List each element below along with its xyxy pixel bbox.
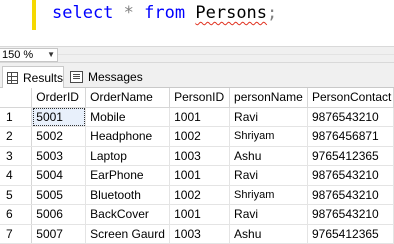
row-number[interactable]: 1 [0,107,33,127]
cell-personcontact[interactable]: 9765412365 [307,224,394,244]
row-number[interactable]: 2 [0,126,33,147]
cell-personname[interactable]: Ashu [229,146,308,166]
cell-personid[interactable]: 1003 [169,224,231,244]
cell-orderid[interactable]: 5002 [31,126,87,147]
grid-header-row: OrderID OrderName PersonID personName Pe… [0,88,394,108]
cell-personid[interactable]: 1003 [169,146,231,166]
sql-table-name: Persons [195,3,268,23]
cell-personcontact[interactable]: 9876456871 [307,126,394,147]
column-header-rownum[interactable] [0,88,33,108]
cell-personname[interactable]: Ravi [229,204,308,225]
cell-ordername[interactable]: Laptop [85,146,171,166]
divider [58,54,394,55]
row-number[interactable]: 6 [0,204,33,225]
table-row[interactable]: 3 5003 Laptop 1003 Ashu 9765412365 [0,146,394,166]
results-grid-icon [7,72,18,84]
results-tab-bar: Results Messages [0,63,394,89]
zoom-bar: 150 % ▼ [0,46,394,63]
cell-ordername[interactable]: Screen Gaurd [85,224,171,244]
cell-personid[interactable]: 1001 [169,107,231,127]
cell-personname[interactable]: Ravi [229,107,308,127]
tab-results[interactable]: Results [2,66,64,89]
cell-personid[interactable]: 1001 [169,165,231,186]
cell-personid[interactable]: 1001 [169,204,231,225]
cell-ordername[interactable]: Headphone [85,126,171,147]
sql-query-line[interactable]: select * from Persons; [52,2,277,24]
cell-ordername[interactable]: BackCover [85,204,171,225]
cell-personid[interactable]: 1002 [169,126,231,147]
row-number[interactable]: 5 [0,185,33,205]
cell-personcontact[interactable]: 9876543210 [307,185,394,205]
cell-orderid[interactable]: 5007 [31,224,87,244]
column-header-personname[interactable]: personName [229,88,308,108]
cell-personname[interactable]: Ashu [229,224,308,244]
cell-personcontact[interactable]: 9876543210 [307,204,394,225]
sql-keyword-from: from [144,3,186,23]
sql-semicolon: ; [267,3,278,23]
column-header-personid[interactable]: PersonID [169,88,231,108]
tab-messages-label: Messages [88,70,143,84]
cell-ordername[interactable]: Mobile [85,107,171,127]
cell-personcontact[interactable]: 9876543210 [307,165,394,186]
cell-ordername[interactable]: Bluetooth [85,185,171,205]
change-indicator-bar [32,0,36,30]
sql-keyword-select: select [52,3,114,23]
cell-orderid[interactable]: 5005 [31,185,87,205]
row-number[interactable]: 7 [0,224,33,244]
column-header-orderid[interactable]: OrderID [31,88,87,108]
row-number[interactable]: 4 [0,165,33,186]
chevron-down-icon: ▼ [47,50,55,59]
cell-personname[interactable]: Shriyam [229,126,308,147]
cell-personcontact[interactable]: 9765412365 [307,146,394,166]
results-grid[interactable]: OrderID OrderName PersonID personName Pe… [0,88,394,244]
cell-orderid[interactable]: 5004 [31,165,87,186]
zoom-dropdown[interactable]: 150 % ▼ [0,48,58,62]
column-header-personcontact[interactable]: PersonContact [307,88,394,108]
messages-icon [70,71,83,83]
cell-personcontact[interactable]: 9876543210 [307,107,394,127]
cell-orderid[interactable]: 5001 [31,107,87,127]
cell-ordername[interactable]: EarPhone [85,165,171,186]
column-header-ordername[interactable]: OrderName [85,88,171,108]
cell-orderid[interactable]: 5003 [31,146,87,166]
row-number[interactable]: 3 [0,146,33,166]
table-row[interactable]: 4 5004 EarPhone 1001 Ravi 9876543210 [0,165,394,186]
table-row[interactable]: 2 5002 Headphone 1002 Shriyam 9876456871 [0,126,394,147]
cell-personname[interactable]: Shriyam [229,185,308,205]
table-row[interactable]: 7 5007 Screen Gaurd 1003 Ashu 9765412365 [0,224,394,244]
table-row[interactable]: 6 5006 BackCover 1001 Ravi 9876543210 [0,204,394,225]
tab-messages[interactable]: Messages [66,66,144,88]
tab-results-label: Results [22,71,63,85]
table-row[interactable]: 5 5005 Bluetooth 1002 Shriyam 9876543210 [0,185,394,205]
cell-personid[interactable]: 1002 [169,185,231,205]
sql-star: * [123,3,134,23]
table-row[interactable]: 1 5001 Mobile 1001 Ravi 9876543210 [0,107,394,127]
zoom-value: 150 % [2,49,34,61]
query-editor[interactable]: select * from Persons; [0,0,394,46]
cell-orderid[interactable]: 5006 [31,204,87,225]
cell-personname[interactable]: Ravi [229,165,308,186]
